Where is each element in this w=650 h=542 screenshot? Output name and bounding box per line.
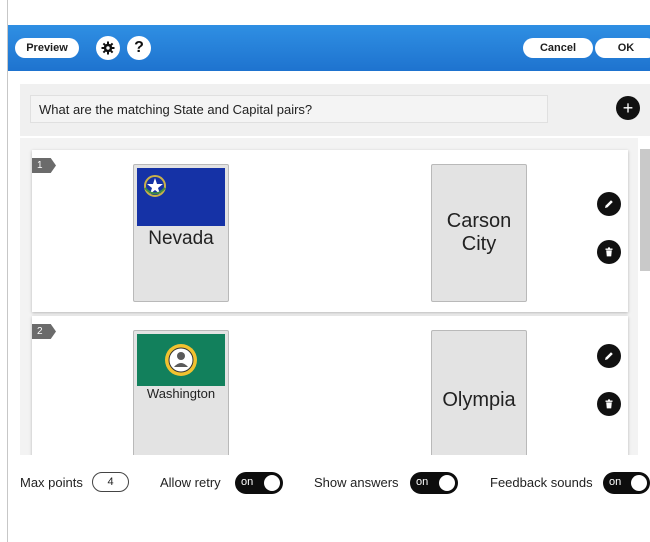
show-answers-toggle[interactable]: on bbox=[410, 472, 458, 494]
state-tile[interactable]: Nevada bbox=[133, 164, 229, 302]
gear-icon[interactable] bbox=[96, 36, 120, 60]
cancel-button[interactable]: Cancel bbox=[523, 38, 593, 58]
pair-card: 1 Nevada Carson City bbox=[32, 150, 628, 312]
trash-icon[interactable] bbox=[597, 240, 621, 264]
plus-icon[interactable]: + bbox=[616, 96, 640, 120]
pair-number-tag: 1 bbox=[32, 158, 56, 173]
toggle-state: on bbox=[241, 476, 254, 488]
toggle-knob bbox=[264, 475, 280, 491]
state-name: Nevada bbox=[148, 228, 214, 249]
max-points-label: Max points bbox=[20, 475, 83, 490]
feedback-sounds-label: Feedback sounds bbox=[490, 475, 593, 490]
toggle-state: on bbox=[609, 476, 622, 488]
max-points-input[interactable]: 4 bbox=[92, 472, 129, 492]
question-panel: What are the matching State and Capital … bbox=[20, 84, 650, 136]
capital-name: Carson City bbox=[446, 210, 512, 255]
help-icon[interactable]: ? bbox=[127, 36, 151, 60]
show-answers-label: Show answers bbox=[314, 475, 399, 490]
feedback-sounds-toggle[interactable]: on bbox=[603, 472, 650, 494]
pair-card: 2 Washington Olympia bbox=[32, 316, 628, 455]
capital-tile[interactable]: Carson City bbox=[431, 164, 527, 302]
trash-icon[interactable] bbox=[597, 392, 621, 416]
nevada-flag-image bbox=[137, 168, 225, 226]
pencil-icon[interactable] bbox=[597, 192, 621, 216]
trash-icon-glyph bbox=[605, 247, 613, 257]
trash-icon-glyph bbox=[605, 399, 613, 409]
ok-button[interactable]: OK bbox=[595, 38, 650, 58]
pencil-icon-glyph bbox=[605, 352, 613, 360]
toolbar: Preview ? Cancel OK bbox=[8, 25, 650, 71]
settings-row: Max points 4 Allow retry on Show answers… bbox=[0, 470, 650, 498]
washington-flag-seal bbox=[165, 344, 197, 376]
toggle-knob bbox=[631, 475, 647, 491]
question-input[interactable]: What are the matching State and Capital … bbox=[30, 95, 548, 123]
pair-number-tag: 2 bbox=[32, 324, 56, 339]
gear-icon-glyph bbox=[101, 41, 115, 55]
nevada-flag-emblem bbox=[144, 175, 166, 197]
toggle-state: on bbox=[416, 476, 429, 488]
capital-name: Olympia bbox=[442, 388, 516, 411]
capital-tile[interactable]: Olympia bbox=[431, 330, 527, 455]
washington-flag-image bbox=[137, 334, 225, 386]
frame-border bbox=[7, 0, 8, 542]
state-tile[interactable]: Washington bbox=[133, 330, 229, 455]
list-scrollbar[interactable] bbox=[640, 149, 650, 271]
pencil-icon[interactable] bbox=[597, 344, 621, 368]
allow-retry-toggle[interactable]: on bbox=[235, 472, 283, 494]
pairs-list: 1 Nevada Carson City 2 Washington Olympi… bbox=[20, 138, 638, 455]
toggle-knob bbox=[439, 475, 455, 491]
pencil-icon-glyph bbox=[605, 200, 613, 208]
state-name: Washington bbox=[146, 386, 216, 401]
preview-button[interactable]: Preview bbox=[15, 38, 79, 58]
allow-retry-label: Allow retry bbox=[160, 475, 221, 490]
